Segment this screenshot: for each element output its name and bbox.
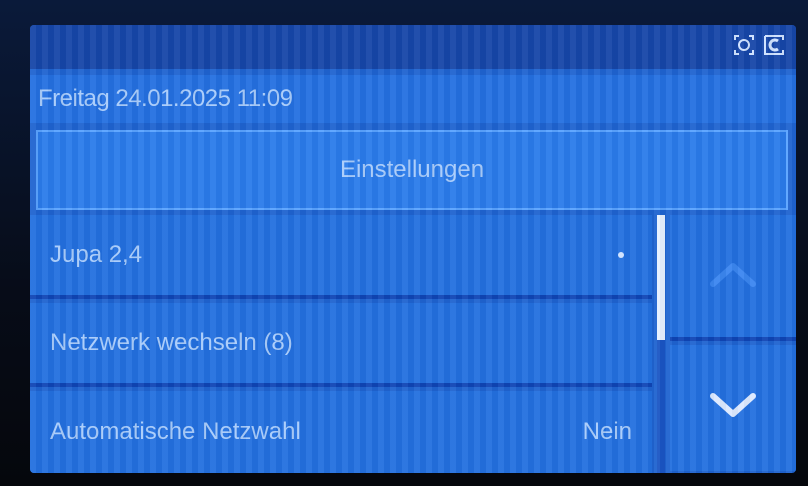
chevron-down-icon — [708, 391, 758, 426]
scroll-thumb[interactable] — [657, 215, 665, 340]
status-bar — [30, 25, 796, 69]
list-item[interactable]: Jupa 2,4 — [30, 215, 652, 299]
list-item[interactable]: Automatische Netzwahl Nein — [30, 391, 652, 473]
datetime-bar: Freitag 24.01.2025 11:09 — [30, 75, 796, 123]
list-item-label: Netzwerk wechseln (8) — [50, 329, 293, 356]
list-item-value: Nein — [582, 418, 632, 445]
selected-dot-icon — [618, 252, 624, 258]
c-mode-icon — [762, 33, 786, 57]
list-item[interactable]: Netzwerk wechseln (8) — [30, 303, 652, 387]
page-title-text: Einstellungen — [339, 156, 485, 183]
scroll-up-button[interactable] — [670, 215, 796, 341]
chevron-up-icon — [708, 259, 758, 294]
touch-screen: Freitag 24.01.2025 11:09 Einstellungen J… — [30, 25, 796, 473]
settings-list: Jupa 2,4 Netzwerk wechseln (8) Automatis… — [30, 215, 655, 473]
scroll-down-button[interactable] — [670, 345, 796, 471]
page-title: Einstellungen — [36, 130, 788, 210]
datetime-text: Freitag 24.01.2025 11:09 — [38, 85, 293, 112]
list-item-label: Automatische Netzwahl — [50, 418, 301, 445]
list-item-label: Jupa 2,4 — [50, 241, 143, 268]
camera-target-icon — [732, 33, 756, 57]
status-icons — [732, 33, 786, 57]
scrollbar[interactable] — [657, 215, 665, 473]
